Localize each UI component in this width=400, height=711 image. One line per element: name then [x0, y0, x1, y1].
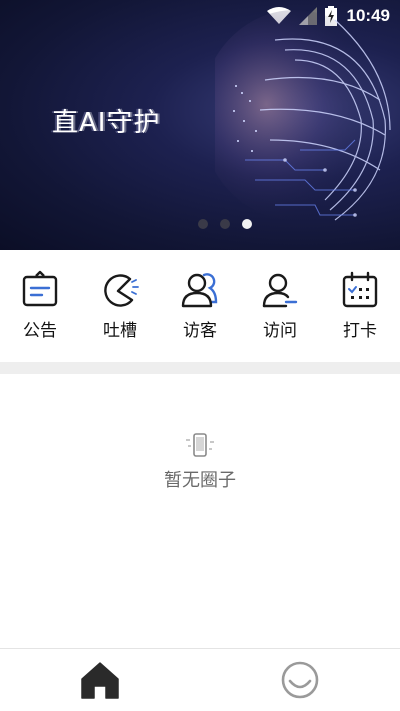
- section-divider: [0, 362, 400, 374]
- action-label: 吐槽: [103, 321, 137, 341]
- pacman-complaint-icon: [104, 274, 139, 307]
- calendar-checkin-icon: [342, 271, 378, 308]
- carousel-dot[interactable]: [220, 219, 230, 229]
- action-complaint[interactable]: 吐槽: [80, 250, 160, 342]
- phone-icon: [186, 433, 214, 457]
- action-label: 打卡: [343, 321, 377, 341]
- carousel-dot-active[interactable]: [242, 219, 252, 229]
- banner-title: 直AI守护: [52, 108, 161, 138]
- smile-icon: [281, 661, 319, 699]
- visitors-icon: [181, 273, 218, 308]
- empty-state-text: 暂无圈子: [164, 470, 236, 491]
- action-visit[interactable]: 访问: [240, 250, 320, 342]
- action-label: 公告: [23, 321, 57, 341]
- action-label: 访问: [263, 321, 297, 341]
- action-label: 访客: [183, 321, 217, 341]
- announcement-icon: [22, 270, 58, 307]
- carousel-dot[interactable]: [198, 219, 208, 229]
- empty-state: 暂无圈子: [0, 432, 400, 492]
- nav-home[interactable]: [0, 649, 200, 711]
- carousel-indicators: [0, 219, 400, 229]
- bottom-nav: [0, 648, 400, 711]
- nav-profile[interactable]: [200, 649, 400, 711]
- action-announcement[interactable]: 公告: [0, 250, 80, 342]
- home-icon: [81, 662, 119, 699]
- action-checkin[interactable]: 打卡: [320, 250, 400, 342]
- quick-actions: 公告 吐槽 访客 访问 打卡: [0, 250, 400, 362]
- visit-icon: [262, 273, 298, 308]
- action-visitors[interactable]: 访客: [160, 250, 240, 342]
- globe-graphic: [215, 10, 391, 221]
- banner-carousel[interactable]: 10:49 直AI守护: [0, 0, 400, 250]
